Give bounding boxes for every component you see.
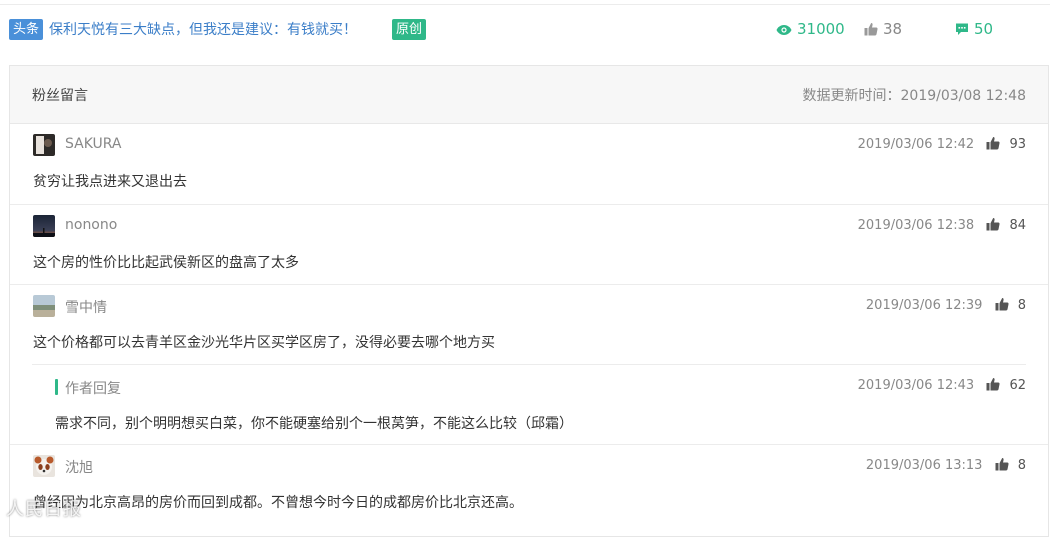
fan-comments-panel: 粉丝留言 数据更新时间：2019/03/08 12:48 SAKURA 2019…	[9, 65, 1049, 537]
reply-text: 需求不同，别个明明想买白菜，你不能硬塞给别个一根莴笋，不能这么比较（邱霜）	[55, 416, 573, 432]
top-divider	[0, 4, 1050, 5]
thumbs-up-icon[interactable]	[986, 136, 1000, 154]
comments-stat: 50	[955, 18, 993, 40]
comment-meta: 2019/03/06 12:42 93	[858, 136, 1026, 154]
author-reply-label: 作者回复	[65, 381, 121, 397]
panel-header: 粉丝留言 数据更新时间：2019/03/08 12:48	[10, 66, 1048, 124]
comment-icon	[956, 23, 968, 35]
comment-item: nonono 2019/03/06 12:38 84 这个房的性价比比起武侯新区…	[10, 205, 1048, 285]
likes-count: 38	[883, 20, 903, 38]
like-count: 8	[1017, 298, 1026, 313]
comment-meta: 2019/03/06 13:13 8	[866, 457, 1026, 475]
comment-meta: 2019/03/06 12:39 8	[866, 297, 1026, 315]
username[interactable]: 沈旭	[65, 457, 93, 477]
comment-text: 曾经因为北京高昂的房价而回到成都。不曾想今时今日的成都房价比北京还高。	[33, 495, 523, 511]
comment-meta: 2019/03/06 12:38 84	[858, 217, 1026, 235]
like-count: 84	[1009, 218, 1026, 233]
reply-meta: 2019/03/06 12:43 62	[858, 377, 1026, 395]
comment-time: 2019/03/06 13:13	[865, 458, 983, 473]
likes-stat: 38	[864, 18, 902, 40]
user-avatar	[33, 134, 55, 156]
views-count: 31000	[797, 20, 845, 38]
username[interactable]: nonono	[65, 217, 117, 233]
like-count: 8	[1017, 458, 1026, 473]
thumbs-up-icon[interactable]	[995, 457, 1009, 475]
views-stat: 31000	[776, 18, 845, 40]
username[interactable]: 雪中情	[65, 297, 107, 317]
like-count: 62	[1009, 378, 1026, 393]
thumbs-up-icon[interactable]	[986, 217, 1000, 235]
user-avatar	[33, 295, 55, 317]
original-tag: 原创	[392, 19, 427, 40]
comment-item: 雪中情 2019/03/06 12:39 8 这个价格都可以去青羊区金沙光华片区…	[10, 285, 1048, 445]
comments-count: 50	[974, 20, 994, 38]
comment-time: 2019/03/06 12:42	[857, 137, 975, 152]
panel-title: 粉丝留言	[32, 88, 88, 104]
author-reply: 作者回复 2019/03/06 12:43 62 需求不同，别个明明想买白菜，你…	[32, 364, 1026, 445]
thumbs-up-icon	[864, 23, 878, 36]
eye-icon	[776, 25, 792, 35]
reply-accent-bar	[55, 379, 58, 395]
comment-text: 贫穷让我点进来又退出去	[33, 174, 187, 190]
comment-text: 这个房的性价比比起武侯新区的盘高了太多	[33, 255, 299, 271]
user-avatar	[33, 455, 55, 477]
like-count: 93	[1009, 137, 1026, 152]
reply-time: 2019/03/06 12:43	[857, 378, 975, 393]
comment-item: 沈旭 2019/03/06 13:13 8 曾经因为北京高昂的房价而回到成都。不…	[10, 445, 1048, 525]
thumbs-up-icon[interactable]	[986, 377, 1000, 395]
thumbs-up-icon[interactable]	[995, 297, 1009, 315]
username[interactable]: SAKURA	[65, 136, 122, 152]
comment-text: 这个价格都可以去青羊区金沙光华片区买学区房了，没得必要去哪个地方买	[33, 335, 495, 351]
comment-item: SAKURA 2019/03/06 12:42 93 贫穷让我点进来又退出去	[10, 124, 1048, 204]
article-title-link[interactable]: 保利天悦有三大缺点，但我还是建议：有钱就买！	[49, 19, 357, 41]
article-header: 头条 保利天悦有三大缺点，但我还是建议：有钱就买！ 原创 31000 38 50	[0, 10, 1050, 50]
user-avatar	[33, 215, 55, 237]
comment-time: 2019/03/06 12:39	[865, 298, 983, 313]
watermark-logo: 人民日报	[6, 499, 82, 520]
comment-time: 2019/03/06 12:38	[857, 218, 975, 233]
data-update-time: 数据更新时间：2019/03/08 12:48	[802, 88, 1027, 104]
headline-tag: 头条	[9, 19, 44, 40]
